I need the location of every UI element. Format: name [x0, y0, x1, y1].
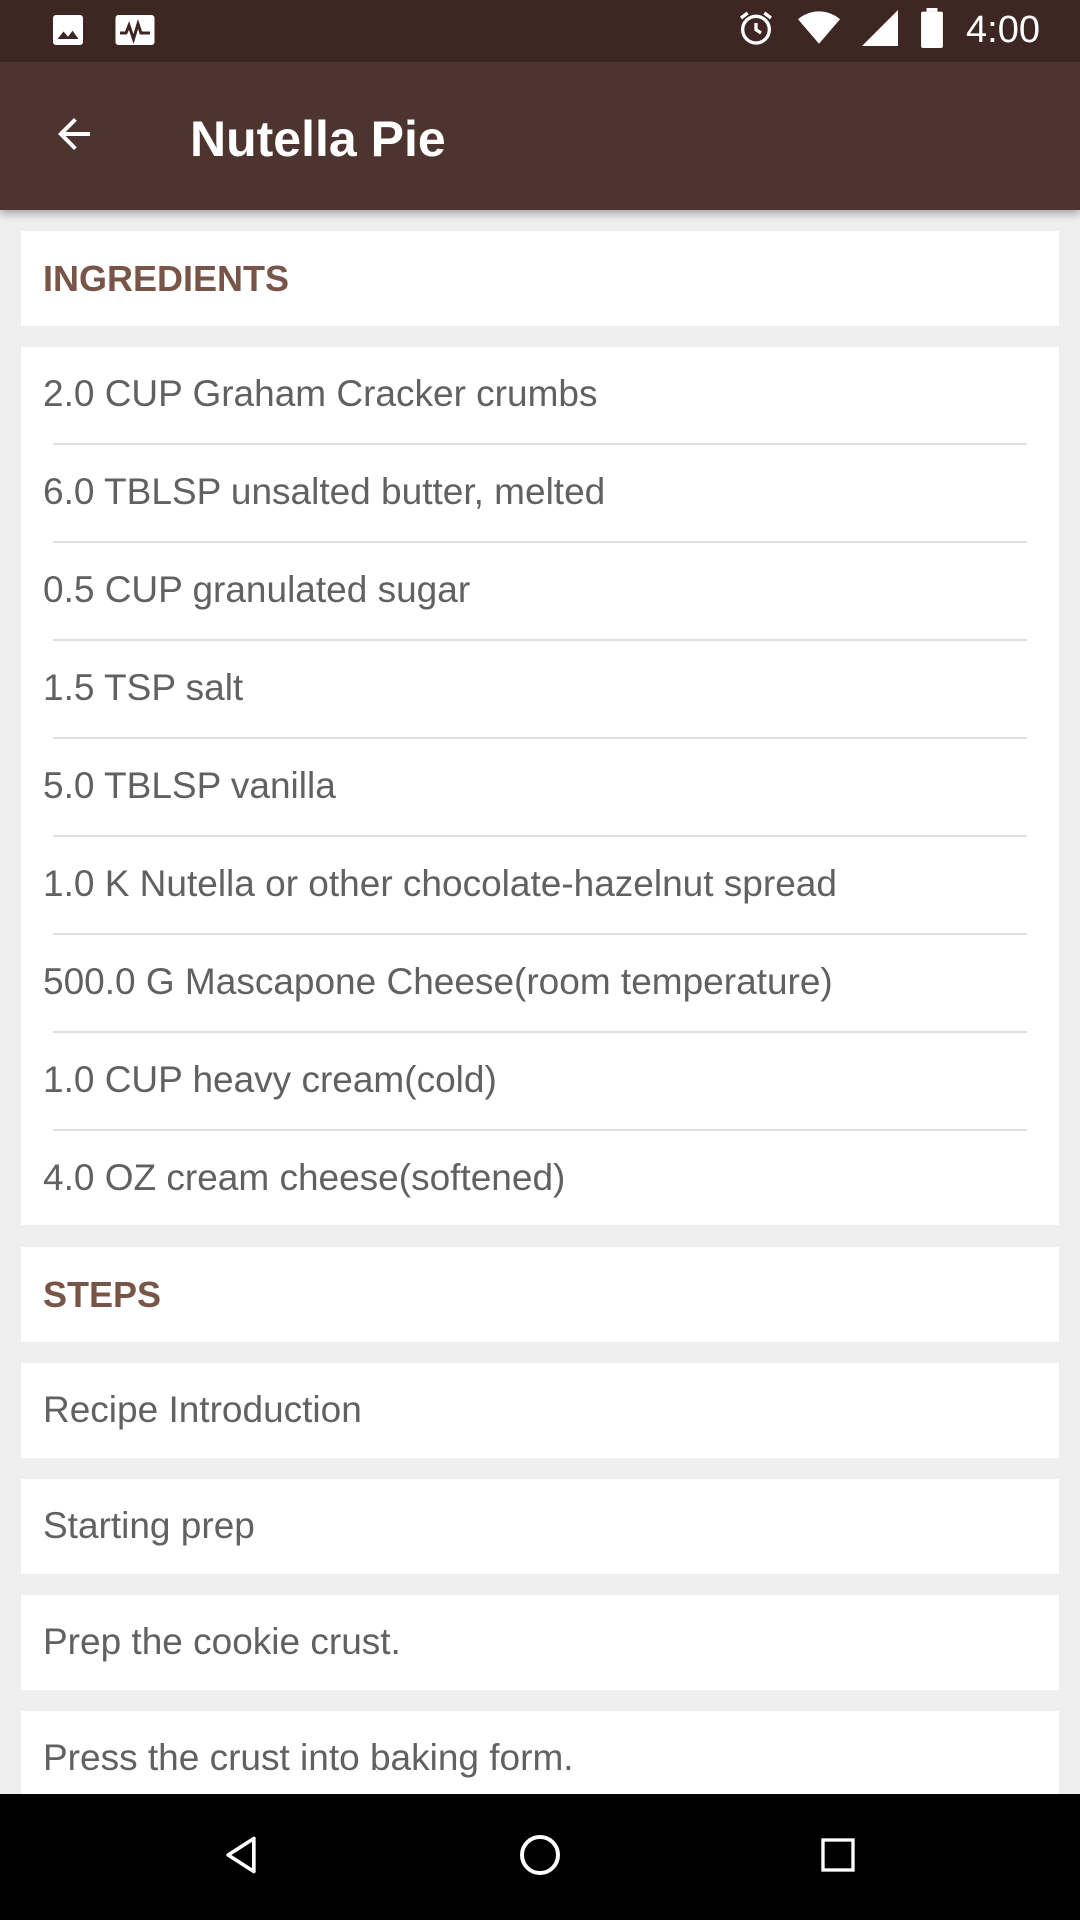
- step-title: Recipe Introduction: [43, 1389, 362, 1430]
- activity-icon: [114, 12, 156, 53]
- ingredients-header: INGREDIENTS: [21, 231, 1059, 326]
- status-bar: 4:00: [0, 0, 1080, 62]
- signal-icon: [862, 10, 899, 51]
- ingredient-text: 4.0 OZ cream cheese(softened): [43, 1157, 566, 1198]
- ingredient-item[interactable]: 0.5 CUP granulated sugar: [21, 543, 1059, 641]
- step-item[interactable]: Starting prep: [21, 1479, 1059, 1574]
- wifi-icon: [798, 10, 841, 51]
- ingredient-text: 1.5 TSP salt: [43, 667, 244, 708]
- steps-header-label: STEPS: [43, 1273, 162, 1315]
- nav-back-icon: [219, 1833, 263, 1882]
- ingredient-text: 5.0 TBLSP vanilla: [43, 765, 336, 806]
- page-title: Nutella Pie: [190, 111, 446, 167]
- ingredient-text: 1.0 CUP heavy cream(cold): [43, 1059, 497, 1100]
- image-icon: [50, 12, 86, 53]
- nav-home-button[interactable]: [505, 1822, 575, 1892]
- ingredient-item[interactable]: 1.5 TSP salt: [21, 641, 1059, 739]
- ingredient-text: 1.0 K Nutella or other chocolate-hazelnu…: [43, 863, 837, 904]
- ingredient-item[interactable]: 6.0 TBLSP unsalted butter, melted: [21, 445, 1059, 543]
- ingredient-item[interactable]: 2.0 CUP Graham Cracker crumbs: [21, 347, 1059, 445]
- ingredients-header-label: INGREDIENTS: [43, 257, 290, 299]
- step-item[interactable]: Press the crust into baking form.: [21, 1711, 1059, 1794]
- ingredient-text: 6.0 TBLSP unsalted butter, melted: [43, 471, 606, 512]
- step-item[interactable]: Prep the cookie crust.: [21, 1595, 1059, 1690]
- nav-home-icon: [516, 1831, 564, 1884]
- steps-header: STEPS: [21, 1247, 1059, 1342]
- back-button[interactable]: [34, 104, 114, 168]
- app-bar: Nutella Pie: [0, 62, 1080, 210]
- clock-time: 4:00: [966, 9, 1040, 51]
- ingredient-item[interactable]: 500.0 G Mascapone Cheese(room temperatur…: [21, 935, 1059, 1033]
- step-item[interactable]: Recipe Introduction: [21, 1363, 1059, 1458]
- recipe-detail-content: INGREDIENTS 2.0 CUP Graham Cracker crumb…: [0, 210, 1080, 1794]
- ingredient-text: 500.0 G Mascapone Cheese(room temperatur…: [43, 961, 833, 1002]
- nav-recents-button[interactable]: [803, 1822, 873, 1892]
- ingredient-text: 0.5 CUP granulated sugar: [43, 569, 471, 610]
- step-title: Press the crust into baking form.: [43, 1737, 574, 1778]
- arrow-back-icon: [50, 110, 98, 163]
- ingredient-text: 2.0 CUP Graham Cracker crumbs: [43, 373, 598, 414]
- system-nav-bar: [0, 1794, 1080, 1920]
- step-title: Starting prep: [43, 1505, 255, 1546]
- step-title: Prep the cookie crust.: [43, 1621, 401, 1662]
- nav-back-button[interactable]: [206, 1822, 276, 1892]
- ingredient-item[interactable]: 1.0 K Nutella or other chocolate-hazelnu…: [21, 837, 1059, 935]
- ingredient-item[interactable]: 4.0 OZ cream cheese(softened): [21, 1131, 1059, 1229]
- ingredient-item[interactable]: 5.0 TBLSP vanilla: [21, 739, 1059, 837]
- alarm-icon: [736, 8, 776, 53]
- battery-icon: [920, 8, 944, 53]
- nav-recents-icon: [818, 1835, 858, 1880]
- ingredient-item[interactable]: 1.0 CUP heavy cream(cold): [21, 1033, 1059, 1131]
